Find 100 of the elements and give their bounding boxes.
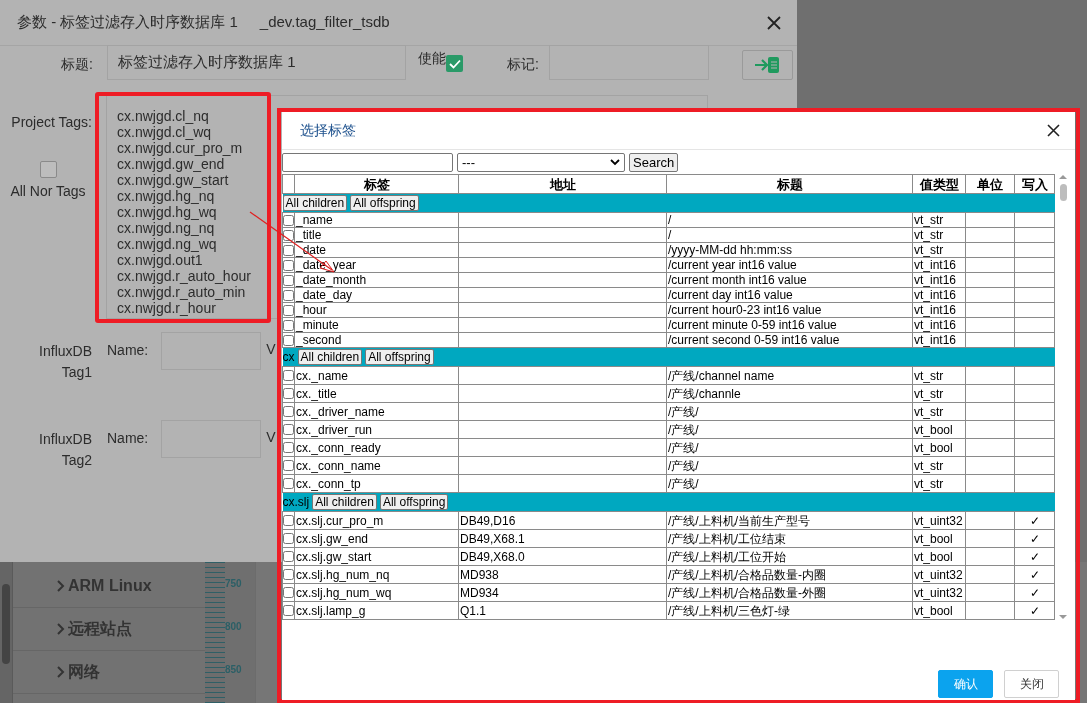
list-item[interactable]: cx.nwjgd.r_auto_min	[117, 284, 246, 300]
table-cell: /产线/	[666, 438, 913, 457]
group-button[interactable]: All offspring	[379, 494, 449, 510]
list-item[interactable]: cx.nwjgd.gw_end	[117, 156, 225, 172]
row-checkbox[interactable]	[283, 478, 294, 489]
dialog-button[interactable]: 关闭	[1004, 670, 1059, 698]
table-cell: /产线/channel name	[666, 366, 913, 385]
row-checkbox[interactable]	[283, 551, 294, 562]
group-button[interactable]: All offspring	[350, 195, 419, 211]
close-icon[interactable]	[1047, 124, 1060, 137]
row-checkbox[interactable]	[283, 304, 294, 316]
table-cell: vt_uint32	[912, 565, 966, 584]
list-item[interactable]: cx.nwjgd.ng_wq	[117, 236, 217, 252]
chevron-icon	[56, 622, 65, 636]
table-cell: vt_bool	[912, 529, 966, 548]
table-cell: DB49,X68.0	[458, 547, 667, 566]
table-cell: vt_str	[912, 474, 966, 493]
column-header[interactable]: 值类型	[912, 174, 966, 194]
table-cell: /current year int16 value	[666, 257, 913, 273]
table-cell: ✓	[1014, 511, 1055, 530]
row-checkbox[interactable]	[283, 289, 294, 301]
row-checkbox[interactable]	[283, 229, 294, 241]
table-cell: /产线/	[666, 474, 913, 493]
column-header[interactable]: 标签	[294, 174, 459, 194]
ruler-label: 800	[225, 620, 243, 633]
input-field[interactable]: 标签过滤存入时序数据库 1	[107, 45, 406, 80]
table-cell: cx._title	[294, 384, 459, 403]
table-cell: /产线/上料机/合格品数量-外圈	[666, 583, 913, 602]
row-checkbox[interactable]	[283, 460, 294, 471]
row-checkbox[interactable]	[283, 259, 294, 271]
table-cell: vt_str	[912, 384, 966, 403]
table-cell: vt_str	[912, 402, 966, 421]
group-label: cx.slj	[282, 494, 310, 511]
group-button[interactable]: All children	[282, 195, 348, 211]
column-header[interactable]: 写入	[1014, 174, 1055, 194]
row-checkbox[interactable]	[283, 370, 294, 381]
list-item[interactable]: cx.nwjgd.hg_wq	[117, 204, 217, 220]
table-cell: vt_bool	[912, 420, 966, 439]
field-label: Name:	[107, 341, 149, 360]
row-checkbox[interactable]	[283, 406, 294, 417]
row-checkbox[interactable]	[283, 533, 294, 544]
search-field[interactable]	[282, 153, 453, 172]
list-item[interactable]: cx.nwjgd.r_hour	[117, 300, 216, 316]
row-checkbox[interactable]	[283, 587, 294, 598]
table-cell: /current minute 0-59 int16 value	[666, 317, 913, 333]
table-cell: vt_str	[912, 242, 966, 258]
table-cell: vt_int16	[912, 257, 966, 273]
table-cell: _date_month	[294, 272, 459, 288]
row-checkbox[interactable]	[283, 244, 294, 256]
list-item[interactable]: cx.nwjgd.gw_start	[117, 172, 229, 188]
ruler-label: 750	[225, 577, 243, 590]
table-cell: /current second 0-59 int16 value	[666, 332, 913, 348]
list-item[interactable]: cx.nwjgd.cl_wq	[117, 124, 212, 140]
list-item[interactable]: cx.nwjgd.out1	[117, 252, 203, 268]
row-checkbox[interactable]	[283, 214, 294, 226]
table-cell: cx._conn_name	[294, 456, 459, 475]
row-checkbox[interactable]	[283, 442, 294, 453]
scroll-up-icon[interactable]	[1059, 174, 1067, 180]
field-label: V	[266, 340, 276, 358]
table-cell: vt_int16	[912, 317, 966, 333]
group-button[interactable]: All children	[312, 494, 377, 510]
close-icon[interactable]	[767, 15, 781, 30]
row-checkbox[interactable]	[283, 424, 294, 435]
list-item[interactable]: cx.nwjgd.cur_pro_m	[117, 140, 243, 156]
checkbox[interactable]	[39, 161, 57, 178]
row-checkbox[interactable]	[283, 515, 294, 526]
row-checkbox[interactable]	[283, 569, 294, 580]
table-cell: /产线/上料机/合格品数量-内圈	[666, 565, 913, 584]
search-button[interactable]: Search	[629, 153, 679, 172]
checkbox[interactable]	[446, 55, 463, 72]
dialog-title: 选择标签	[300, 121, 356, 140]
table-cell: ✓	[1014, 529, 1055, 548]
group-button[interactable]: All children	[297, 349, 363, 365]
table-cell: cx.slj.hg_num_nq	[294, 565, 459, 584]
row-checkbox[interactable]	[283, 334, 294, 346]
list-item[interactable]: cx.nwjgd.hg_nq	[117, 188, 215, 204]
column-header[interactable]: 地址	[458, 174, 667, 194]
row-checkbox[interactable]	[283, 319, 294, 331]
row-checkbox[interactable]	[283, 605, 294, 616]
table-cell: /current day int16 value	[666, 287, 913, 303]
row-checkbox[interactable]	[283, 388, 294, 399]
row-checkbox[interactable]	[283, 274, 294, 286]
table-cell: vt_bool	[912, 438, 966, 457]
column-header[interactable]: 标题	[666, 174, 913, 194]
filter-dropdown[interactable]: ---	[457, 153, 625, 172]
field-label: Project Tags:	[11, 113, 93, 132]
table-cell: ✓	[1014, 565, 1055, 584]
table-cell: /产线/上料机/工位结束	[666, 529, 913, 548]
column-header[interactable]: 单位	[965, 174, 1015, 194]
scrollbar-thumb[interactable]	[1059, 184, 1067, 201]
table-cell: vt_int16	[912, 332, 966, 348]
table-cell: vt_bool	[912, 547, 966, 566]
list-item[interactable]: cx.nwjgd.cl_nq	[117, 108, 209, 124]
group-button[interactable]: All offspring	[365, 349, 434, 365]
list-item[interactable]: cx.nwjgd.r_auto_hour	[117, 268, 251, 284]
scroll-down-icon[interactable]	[1059, 614, 1067, 620]
list-item[interactable]: cx.nwjgd.ng_nq	[117, 220, 215, 236]
field-label: 使能	[418, 49, 446, 68]
scrollbar-thumb[interactable]	[2, 584, 10, 664]
table-cell: cx.slj.hg_num_wq	[294, 583, 459, 602]
